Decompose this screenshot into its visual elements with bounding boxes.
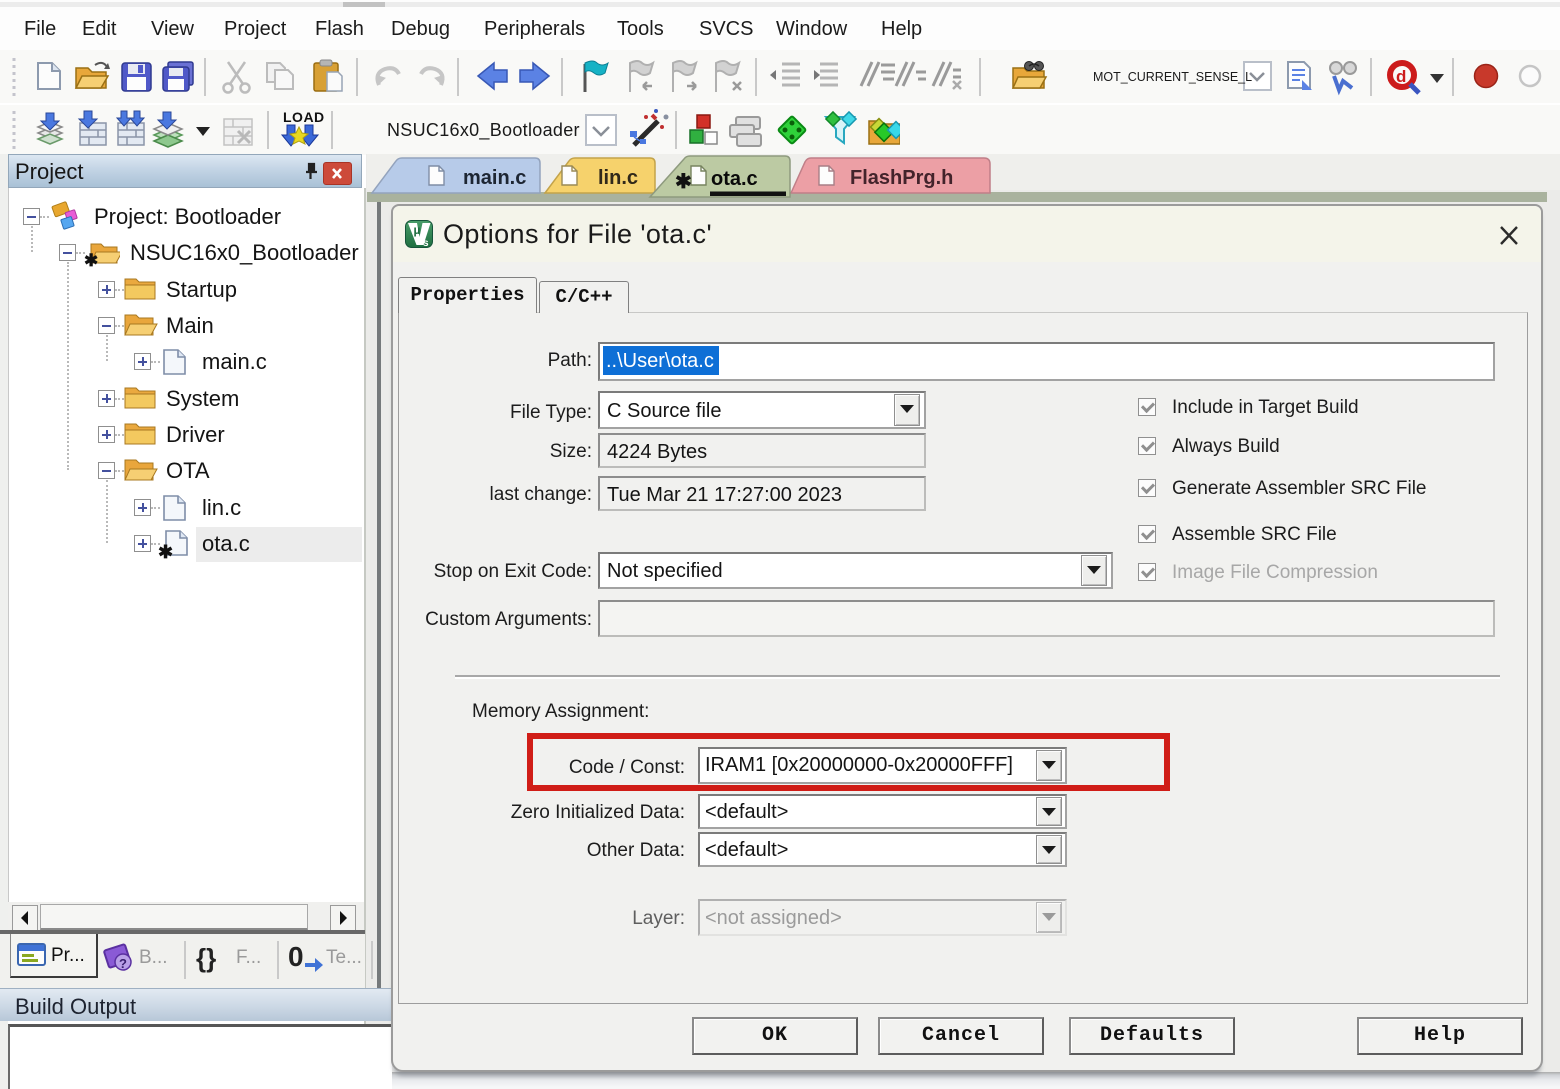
svg-text:✱: ✱ [158, 542, 173, 561]
svg-text:s: s [423, 238, 429, 248]
svg-text:ota.c: ota.c [711, 168, 758, 190]
svg-text:µ: µ [414, 223, 421, 237]
svg-text:LOAD: LOAD [283, 109, 325, 125]
svg-text:d: d [1396, 67, 1406, 86]
svg-text:FlashPrg.h: FlashPrg.h [850, 167, 953, 189]
svg-text:✱: ✱ [84, 251, 98, 268]
svg-text:main.c: main.c [463, 167, 526, 189]
svg-text:?: ? [119, 956, 127, 971]
svg-text:lin.c: lin.c [598, 167, 638, 189]
svg-text:✱: ✱ [675, 171, 692, 193]
